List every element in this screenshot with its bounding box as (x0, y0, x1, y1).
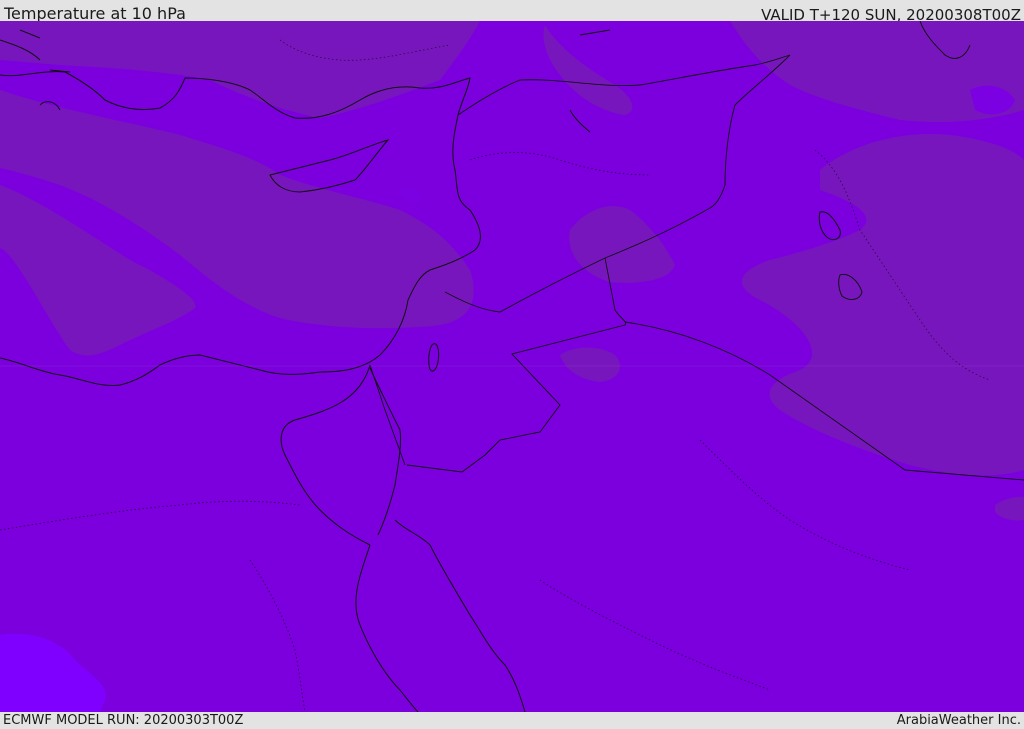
map-figure: Temperature at 10 hPa VALID T+120 SUN, 2… (0, 0, 1024, 729)
map-canvas (0, 21, 1024, 712)
temperature-map (0, 21, 1024, 712)
model-run-label: ECMWF MODEL RUN: 20200303T00Z (3, 713, 244, 728)
credit-label: ArabiaWeather Inc. (896, 713, 1021, 728)
footer-bar: ECMWF MODEL RUN: 20200303T00Z ArabiaWeat… (0, 712, 1024, 729)
header-bar: Temperature at 10 hPa VALID T+120 SUN, 2… (0, 0, 1024, 24)
